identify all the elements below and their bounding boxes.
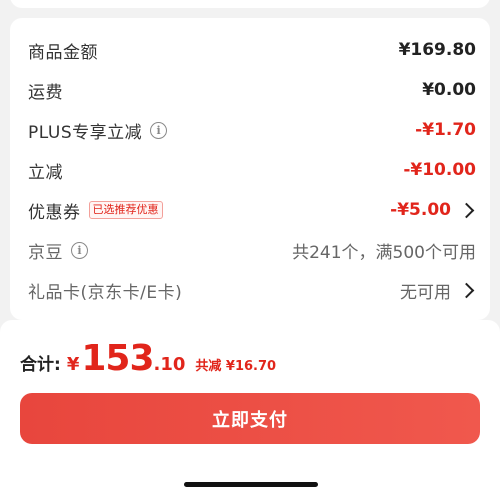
row-jd-beans: 京豆 i 共241个，满500个可用	[28, 236, 476, 264]
shipping-value: ¥0.00	[422, 80, 476, 100]
total-decimal: .10	[153, 354, 186, 375]
instant-discount-label: 立减	[28, 162, 63, 183]
chevron-right-icon[interactable]	[458, 202, 475, 218]
info-icon[interactable]: i	[150, 121, 168, 139]
total-saved: 共减 ¥16.70	[195, 359, 277, 374]
total-line: 合计: ¥ 153 .10 共减 ¥16.70	[20, 338, 276, 379]
total-label: 合计:	[20, 355, 61, 375]
plus-discount-value: -¥1.70	[415, 120, 476, 140]
coupon-label: 优惠券	[28, 202, 81, 223]
jd-beans-value: 共241个，满500个可用	[292, 242, 476, 263]
gift-card-label: 礼品卡(京东卡/E卡)	[28, 282, 183, 303]
row-gift-card[interactable]: 礼品卡(京东卡/E卡) 无可用	[28, 276, 476, 304]
plus-discount-label: PLUS专享立减	[28, 122, 143, 143]
shipping-label: 运费	[28, 82, 63, 103]
coupon-value: -¥5.00	[390, 200, 451, 220]
goods-amount-value: ¥169.80	[398, 40, 476, 60]
total-integer: 153	[81, 338, 154, 379]
row-goods-amount: 商品金额 ¥169.80	[28, 36, 476, 64]
row-shipping: 运费 ¥0.00	[28, 76, 476, 104]
instant-discount-value: -¥10.00	[403, 160, 476, 180]
row-coupon[interactable]: 优惠券 已选推荐优惠 -¥5.00	[28, 196, 476, 224]
jd-beans-label: 京豆	[28, 242, 63, 263]
goods-amount-label: 商品金额	[28, 42, 98, 63]
row-instant-discount: 立减 -¥10.00	[28, 156, 476, 184]
previous-card	[10, 0, 490, 8]
info-icon[interactable]: i	[71, 241, 88, 259]
row-plus-discount: PLUS专享立减 i -¥1.70	[28, 116, 476, 144]
gift-card-value: 无可用	[400, 282, 451, 303]
chevron-right-icon[interactable]	[458, 282, 475, 298]
pay-now-button[interactable]: 立即支付	[20, 393, 480, 444]
home-indicator	[184, 482, 318, 487]
currency-symbol: ¥	[66, 354, 80, 375]
price-detail-card: 商品金额 ¥169.80 运费 ¥0.00 PLUS专享立减 i -¥1.70 …	[10, 18, 490, 320]
recommended-coupon-tag: 已选推荐优惠	[88, 201, 163, 219]
